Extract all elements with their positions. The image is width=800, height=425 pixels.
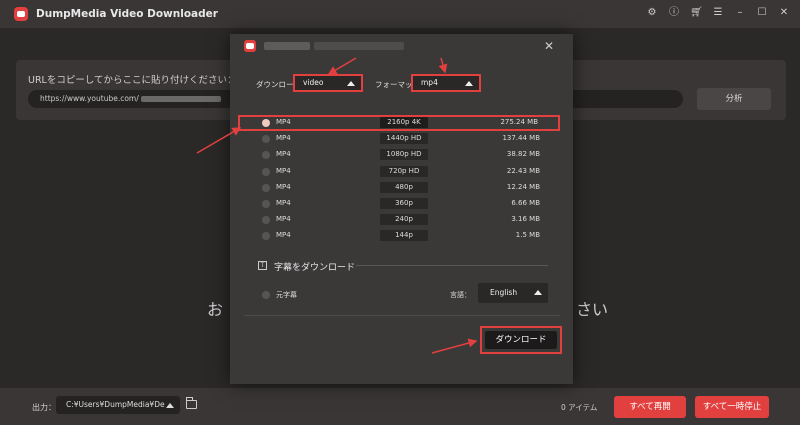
language-label: 言語： xyxy=(450,291,471,299)
format-size: 38.82 MB xyxy=(506,150,540,159)
radio-icon[interactable] xyxy=(262,183,270,192)
format-resolution: 720p HD xyxy=(380,165,428,177)
format-option[interactable]: MP4 144p 1.5 MB xyxy=(258,228,560,244)
download-options-dialog: ✕ ダウンロード： video フォーマット： mp4 MP4 2160p 4K… xyxy=(230,34,573,384)
url-redaction xyxy=(140,96,221,102)
format-option[interactable]: MP4 2160p 4K 275.24 MB xyxy=(238,115,560,132)
download-type-select[interactable]: video xyxy=(293,74,363,92)
modal-title-redaction xyxy=(264,42,310,50)
subtitle-section-title: 字幕をダウンロード xyxy=(274,263,356,273)
download-button-highlight: ダウンロード xyxy=(480,326,562,354)
download-type-value: video xyxy=(303,78,324,87)
format-option[interactable]: MP4 360p 6.66 MB xyxy=(258,196,560,212)
caret-up-icon xyxy=(347,81,355,86)
modal-logo-icon xyxy=(244,40,256,52)
info-icon[interactable]: ⓘ xyxy=(668,6,680,20)
app-logo-icon xyxy=(14,7,28,21)
subtitle-icon: T xyxy=(258,261,267,270)
maximize-icon[interactable]: ☐ xyxy=(756,6,768,20)
format-size: 6.66 MB xyxy=(511,198,540,207)
language-value: English xyxy=(490,288,518,297)
format-select[interactable]: mp4 xyxy=(411,74,481,92)
modal-title-redaction xyxy=(314,42,404,50)
download-button[interactable]: ダウンロード xyxy=(485,331,557,349)
radio-icon[interactable] xyxy=(262,199,270,208)
radio-icon[interactable] xyxy=(262,291,270,299)
format-type: MP4 xyxy=(276,198,291,207)
url-label: URLをコピーしてからここに貼り付けください： xyxy=(28,75,237,86)
output-path-select[interactable]: C:¥Users¥DumpMedia¥De xyxy=(56,396,180,414)
format-size: 3.16 MB xyxy=(511,215,540,224)
format-size: 137.44 MB xyxy=(502,134,540,143)
pause-all-button[interactable]: すべて一時停止 xyxy=(695,396,769,418)
format-type: MP4 xyxy=(276,134,291,143)
format-type: MP4 xyxy=(276,118,291,126)
analyze-button[interactable]: 分析 xyxy=(697,88,771,110)
format-type: MP4 xyxy=(276,150,291,159)
format-option[interactable]: MP4 480p 12.24 MB xyxy=(258,180,560,196)
format-type: MP4 xyxy=(276,182,291,191)
format-resolution: 1080p HD xyxy=(380,149,428,161)
subtitle-original-option[interactable]: 元字幕 xyxy=(276,290,297,300)
app-title: DumpMedia Video Downloader xyxy=(36,8,218,20)
caret-up-icon xyxy=(534,290,542,295)
format-value: mp4 xyxy=(421,78,438,87)
format-option[interactable]: MP4 240p 3.16 MB xyxy=(258,212,560,228)
title-bar: DumpMedia Video Downloader ⚙ ⓘ 🛒︎ ☰ – ☐ … xyxy=(0,0,800,28)
radio-icon[interactable] xyxy=(262,232,270,241)
folder-icon[interactable] xyxy=(186,397,197,409)
minimize-icon[interactable]: – xyxy=(734,6,746,20)
menu-icon[interactable]: ☰ xyxy=(712,6,724,20)
format-resolution: 360p xyxy=(380,197,428,209)
background-hint-left: お xyxy=(207,300,224,319)
format-option[interactable]: MP4 1080p HD 38.82 MB xyxy=(258,147,560,163)
format-resolution: 144p xyxy=(380,230,428,242)
language-select[interactable]: English xyxy=(478,283,548,303)
format-type: MP4 xyxy=(276,215,291,224)
radio-icon[interactable] xyxy=(262,135,270,144)
url-value: https://www.youtube.com/ xyxy=(40,94,139,103)
format-option[interactable]: MP4 720p HD 22.43 MB xyxy=(258,164,560,180)
resume-all-button[interactable]: すべて再開 xyxy=(614,396,686,418)
window-controls: ⚙ ⓘ 🛒︎ ☰ – ☐ ✕ xyxy=(646,6,790,20)
background-hint-right: さい xyxy=(576,300,609,319)
radio-selected-icon[interactable] xyxy=(262,119,270,127)
format-resolution: 480p xyxy=(380,181,428,193)
modal-close-icon[interactable]: ✕ xyxy=(544,39,554,53)
format-size: 275.24 MB xyxy=(500,118,538,126)
format-list: MP4 2160p 4K 275.24 MB MP4 1440p HD 137.… xyxy=(238,115,560,245)
radio-icon[interactable] xyxy=(262,151,270,160)
format-type: MP4 xyxy=(276,231,291,240)
output-label: 出力： xyxy=(32,403,56,412)
format-resolution: 1440p HD xyxy=(380,133,428,145)
radio-icon[interactable] xyxy=(262,216,270,225)
caret-up-icon xyxy=(465,81,473,86)
item-count: 0 アイテム xyxy=(561,403,598,412)
format-resolution: 240p xyxy=(380,214,428,226)
modal-divider xyxy=(244,315,560,316)
subtitle-divider xyxy=(356,265,548,266)
format-option[interactable]: MP4 1440p HD 137.44 MB xyxy=(258,131,560,147)
format-type: MP4 xyxy=(276,166,291,175)
format-size: 22.43 MB xyxy=(506,166,540,175)
close-icon[interactable]: ✕ xyxy=(778,6,790,20)
format-resolution: 2160p 4K xyxy=(380,117,428,128)
format-size: 12.24 MB xyxy=(506,182,540,191)
gear-icon[interactable]: ⚙ xyxy=(646,6,658,20)
radio-icon[interactable] xyxy=(262,167,270,176)
format-size: 1.5 MB xyxy=(515,231,540,240)
cart-icon[interactable]: 🛒︎ xyxy=(690,6,703,20)
